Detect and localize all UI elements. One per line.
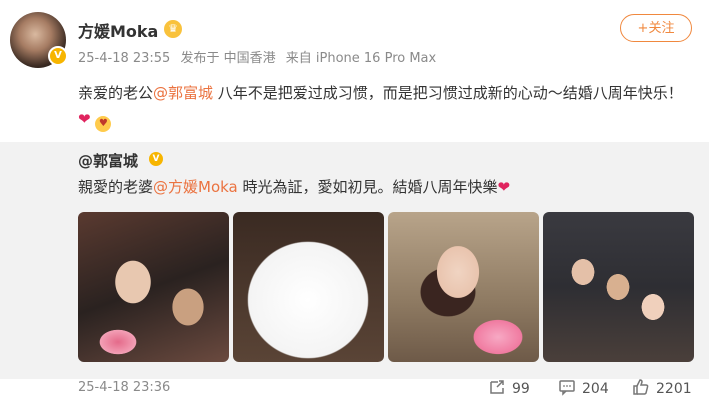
post-text-body: 八年不是把爱过成习惯，而是把习惯过成新的心动～结婚八周年快乐！ bbox=[213, 84, 683, 102]
post-header: V 方媛Moka ♛ 25-4-18 23:55 发布于 中国香港 来自 iPh… bbox=[0, 0, 709, 76]
photo-couple-selfie[interactable] bbox=[78, 212, 229, 362]
photo-group[interactable] bbox=[543, 212, 694, 362]
follow-button[interactable]: +关注 bbox=[620, 14, 692, 42]
repost-time[interactable]: 25-4-18 23:36 bbox=[78, 380, 170, 395]
username[interactable]: 方媛Moka bbox=[78, 18, 158, 42]
comment-button[interactable]: 204 bbox=[558, 378, 609, 398]
repost-text: 親愛的老婆@方媛Moka 時光為証，愛如初見。結婚八周年快樂❤ bbox=[78, 176, 510, 198]
heart-emoji-icon: ❤ bbox=[497, 178, 511, 196]
avatar[interactable]: V bbox=[10, 12, 68, 68]
mention-link[interactable]: @方媛Moka bbox=[153, 178, 238, 196]
repost-button[interactable]: 99 bbox=[488, 378, 530, 398]
repost-text-prefix: 親愛的老婆 bbox=[78, 178, 154, 196]
kiss-emoji-icon: ♥ bbox=[95, 116, 112, 132]
post-source: 来自 iPhone 16 Pro Max bbox=[285, 51, 437, 66]
verified-icon: V bbox=[48, 46, 68, 66]
post-time[interactable]: 25-4-18 23:55 bbox=[78, 51, 170, 66]
thumbs-up-icon bbox=[633, 379, 649, 395]
heart-emoji-icon: ❤ bbox=[78, 110, 91, 128]
photo-woman-with-flowers[interactable] bbox=[388, 212, 539, 362]
repost-username[interactable]: @郭富城 bbox=[78, 150, 138, 171]
mention-link[interactable]: @郭富城 bbox=[153, 84, 213, 102]
like-count: 2201 bbox=[656, 381, 692, 397]
comment-count: 204 bbox=[582, 381, 609, 397]
post-text-prefix: 亲爱的老公 bbox=[78, 84, 154, 102]
crown-icon: ♛ bbox=[164, 20, 182, 38]
photo-anniversary-cake[interactable] bbox=[233, 212, 384, 362]
comment-icon bbox=[559, 380, 575, 396]
verified-icon: V bbox=[149, 152, 163, 166]
post-meta: 25-4-18 23:55 发布于 中国香港 来自 iPhone 16 Pro … bbox=[78, 47, 442, 66]
post-location: 发布于 中国香港 bbox=[180, 51, 276, 66]
repost-icon bbox=[490, 380, 504, 394]
like-button[interactable]: 2201 bbox=[632, 378, 692, 398]
post-text: 亲爱的老公@郭富城 八年不是把爱过成习惯，而是把习惯过成新的心动～结婚八周年快乐… bbox=[78, 80, 688, 132]
repost-count: 99 bbox=[512, 381, 530, 397]
repost-text-body: 時光為証，愛如初見。結婚八周年快樂 bbox=[237, 178, 498, 196]
